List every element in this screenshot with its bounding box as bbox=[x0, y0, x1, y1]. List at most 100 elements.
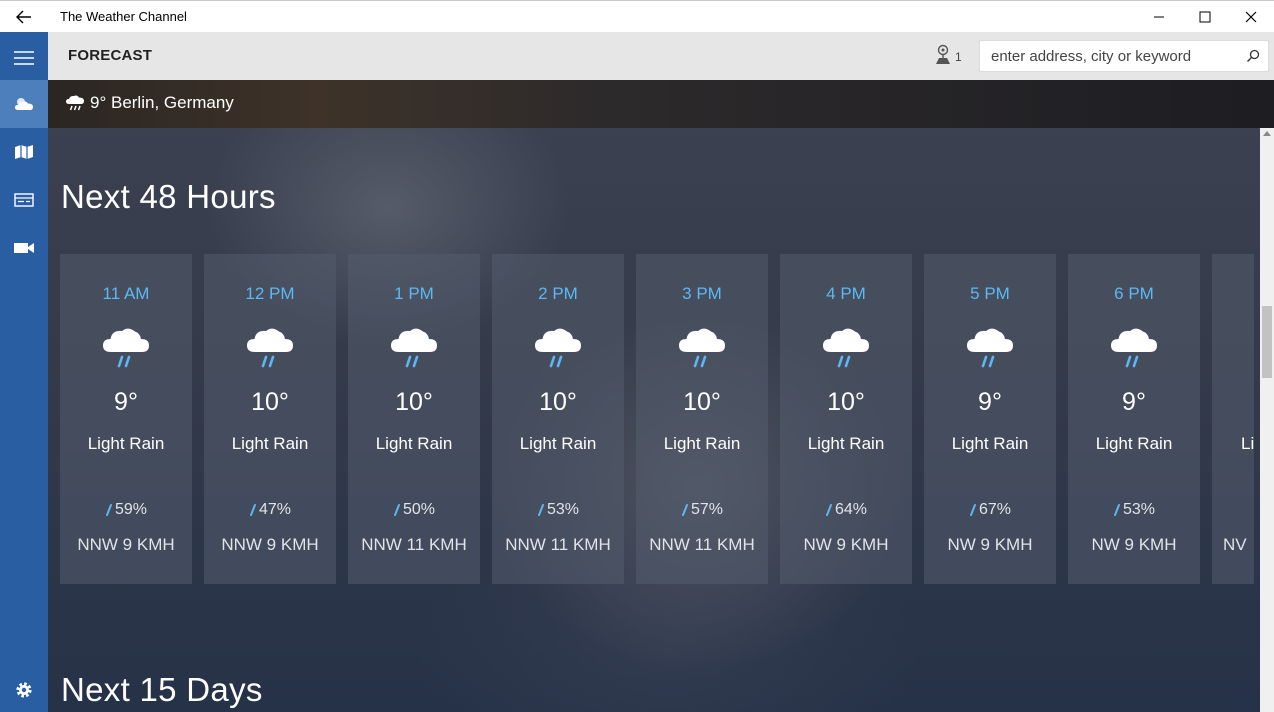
search-input[interactable] bbox=[980, 41, 1236, 71]
hour-card[interactable]: 4 PM 10° Light Rain 64% NW 9 KMH bbox=[780, 254, 912, 584]
news-icon bbox=[14, 193, 34, 207]
gear-icon bbox=[16, 682, 32, 698]
hour-card[interactable]: Li NV bbox=[1212, 254, 1254, 584]
hour-wind: NW 9 KMH bbox=[1091, 535, 1177, 554]
hour-card[interactable]: 3 PM 10° Light Rain 57% NNW 11 KMH bbox=[636, 254, 768, 584]
hour-time: 12 PM bbox=[245, 284, 295, 303]
scrollbar-thumb[interactable] bbox=[1262, 306, 1272, 378]
hour-precipitation: 53% bbox=[492, 501, 624, 519]
hour-wind: NNW 9 KMH bbox=[77, 535, 175, 554]
hour-temperature: 10° bbox=[539, 388, 577, 416]
vertical-scrollbar[interactable] bbox=[1260, 128, 1274, 712]
hour-time: 6 PM bbox=[1114, 284, 1154, 303]
hour-precipitation: 47% bbox=[204, 501, 336, 519]
nav-rail bbox=[0, 32, 48, 712]
map-icon bbox=[15, 145, 33, 159]
hour-temperature: 9° bbox=[1122, 388, 1146, 416]
back-button[interactable] bbox=[0, 1, 48, 32]
light-rain-icon bbox=[1111, 328, 1157, 368]
saved-locations-button[interactable]: 1 bbox=[933, 44, 962, 66]
light-rain-icon bbox=[247, 328, 293, 368]
hour-condition: Light Rain bbox=[663, 434, 741, 453]
rain-drop-icon bbox=[393, 504, 400, 516]
hour-precipitation-value: 50% bbox=[402, 501, 436, 518]
hour-card[interactable]: 1 PM 10° Light Rain 50% NNW 11 KMH bbox=[348, 254, 480, 584]
page-title: FORECAST bbox=[68, 47, 153, 64]
hourly-section-title: Next 48 Hours bbox=[61, 178, 276, 215]
light-rain-icon bbox=[535, 328, 581, 368]
hour-temperature: 10° bbox=[683, 388, 721, 416]
hour-precipitation: 67% bbox=[924, 501, 1056, 519]
command-bar: FORECAST 1 bbox=[48, 32, 1274, 80]
hour-condition: Light Rain bbox=[375, 434, 453, 453]
hour-precipitation-value: 67% bbox=[978, 501, 1012, 518]
search-icon[interactable] bbox=[1246, 49, 1260, 63]
minimize-icon bbox=[1154, 16, 1164, 17]
hour-condition: Light Rain bbox=[807, 434, 885, 453]
location-pin-icon bbox=[936, 44, 950, 64]
hour-wind: NNW 11 KMH bbox=[361, 535, 467, 554]
hour-temperature: 10° bbox=[827, 388, 865, 416]
weather-cloud-icon bbox=[15, 98, 33, 110]
current-conditions[interactable]: 9° Berlin, Germany bbox=[64, 93, 234, 113]
hour-card[interactable]: 5 PM 9° Light Rain 67% NW 9 KMH bbox=[924, 254, 1056, 584]
hour-time: 1 PM bbox=[394, 284, 434, 303]
nav-item-maps[interactable] bbox=[0, 128, 48, 176]
hour-condition: Li bbox=[1241, 434, 1254, 453]
hour-precipitation: 53% bbox=[1068, 501, 1200, 519]
hour-condition: Light Rain bbox=[231, 434, 309, 453]
hour-time: 3 PM bbox=[682, 284, 722, 303]
window-title: The Weather Channel bbox=[60, 9, 187, 24]
hour-card[interactable]: 6 PM 9° Light Rain 53% NW 9 KMH bbox=[1068, 254, 1200, 584]
hour-time: 2 PM bbox=[538, 284, 578, 303]
light-rain-icon bbox=[391, 328, 437, 368]
hour-condition: Light Rain bbox=[1095, 434, 1173, 453]
close-icon bbox=[1245, 11, 1257, 22]
hamburger-menu-button[interactable] bbox=[0, 34, 48, 82]
light-rain-icon bbox=[103, 328, 149, 368]
nav-item-forecast[interactable] bbox=[0, 80, 48, 128]
hour-time: 5 PM bbox=[970, 284, 1010, 303]
rain-drop-icon bbox=[537, 504, 544, 516]
hour-condition: Light Rain bbox=[87, 434, 165, 453]
hour-card[interactable]: 11 AM 9° Light Rain 59% NNW 9 KMH bbox=[60, 254, 192, 584]
forecast-content[interactable]: Next 48 Hours 11 AM 9° Light Rain 59% NN… bbox=[48, 128, 1260, 712]
scroll-up-arrow-icon[interactable] bbox=[1263, 130, 1271, 136]
hour-condition: Light Rain bbox=[951, 434, 1029, 453]
rain-cloud-icon bbox=[66, 95, 84, 111]
hour-card[interactable]: 2 PM 10° Light Rain 53% NNW 11 KMH bbox=[492, 254, 624, 584]
current-location-bar: 9° Berlin, Germany bbox=[48, 80, 1274, 128]
hour-temperature: 9° bbox=[114, 388, 138, 416]
close-button[interactable] bbox=[1228, 1, 1274, 32]
hour-wind: NV bbox=[1223, 535, 1247, 554]
hour-time: 11 AM bbox=[102, 284, 150, 303]
hour-temperature: 9° bbox=[978, 388, 1002, 416]
rain-drop-icon bbox=[825, 504, 832, 516]
maximize-icon bbox=[1199, 11, 1211, 22]
search-box[interactable] bbox=[979, 40, 1269, 72]
location-text: 9° Berlin, Germany bbox=[90, 93, 234, 112]
hour-temperature: 10° bbox=[251, 388, 289, 416]
minimize-button[interactable] bbox=[1136, 1, 1182, 32]
light-rain-icon bbox=[967, 328, 1013, 368]
rain-drop-icon bbox=[969, 504, 976, 516]
light-rain-icon bbox=[679, 328, 725, 368]
hour-wind: NW 9 KMH bbox=[947, 535, 1033, 554]
hour-precipitation-value: 53% bbox=[546, 501, 580, 518]
hour-precipitation: 50% bbox=[348, 501, 480, 519]
nav-item-news[interactable] bbox=[0, 176, 48, 224]
hour-wind: NNW 11 KMH bbox=[649, 535, 755, 554]
settings-button[interactable] bbox=[0, 666, 48, 712]
daily-section-title: Next 15 Days bbox=[61, 671, 263, 708]
nav-item-video[interactable] bbox=[0, 224, 48, 272]
maximize-button[interactable] bbox=[1182, 1, 1228, 32]
hour-wind: NW 9 KMH bbox=[803, 535, 889, 554]
rain-drop-icon bbox=[249, 504, 256, 516]
hour-precipitation-value: 57% bbox=[690, 501, 724, 518]
hour-precipitation: 59% bbox=[60, 501, 192, 519]
hour-precipitation-value: 47% bbox=[258, 501, 292, 518]
rain-drop-icon bbox=[1113, 504, 1120, 516]
hour-card[interactable]: 12 PM 10° Light Rain 47% NNW 9 KMH bbox=[204, 254, 336, 584]
hour-precipitation: 57% bbox=[636, 501, 768, 519]
hour-precipitation-value: 64% bbox=[834, 501, 868, 518]
